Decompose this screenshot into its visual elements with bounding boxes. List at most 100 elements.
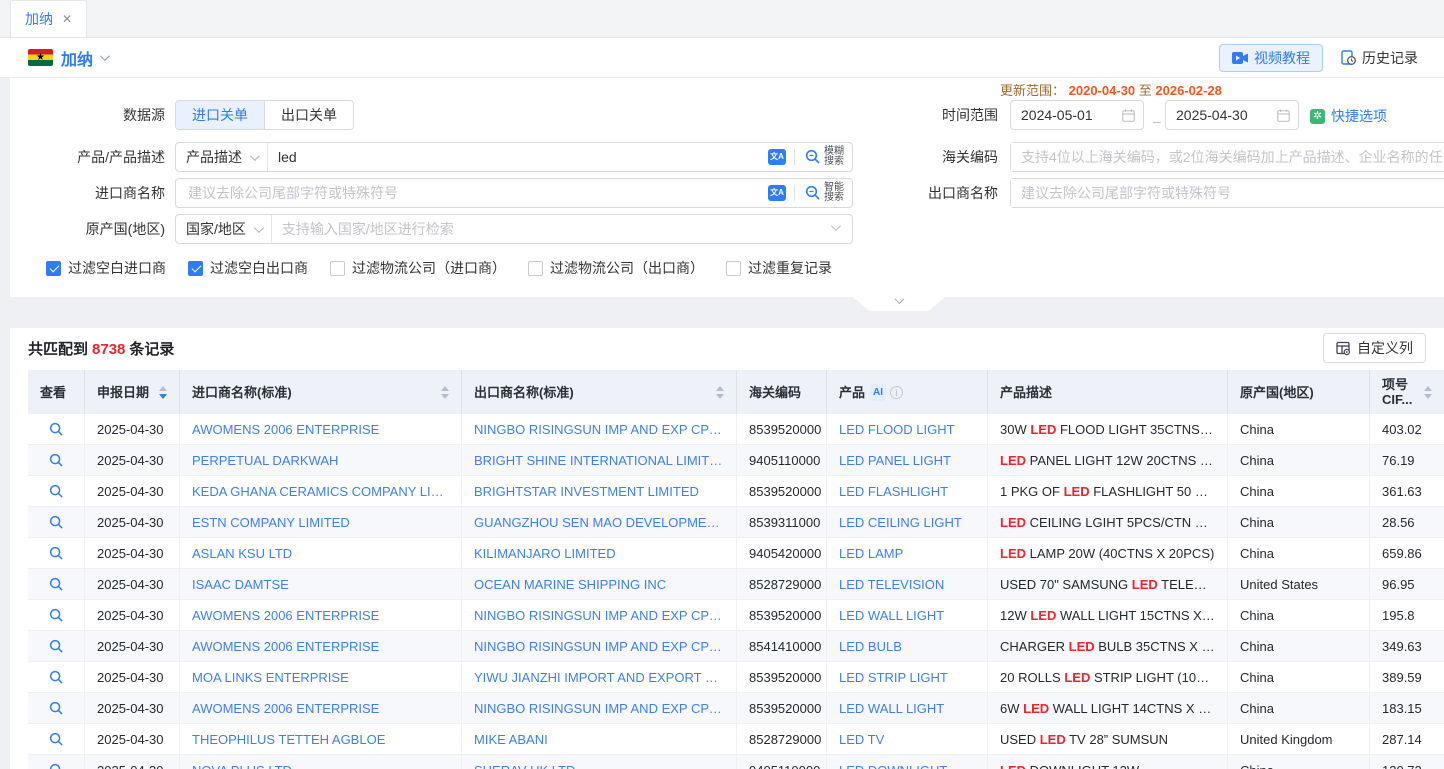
sort-icon[interactable]	[716, 386, 724, 399]
view-record-button[interactable]	[28, 724, 85, 754]
customize-columns-button[interactable]: 自定义列	[1323, 333, 1426, 363]
product-link[interactable]: LED PANEL LIGHT	[827, 445, 988, 475]
product-type-select[interactable]: 产品描述	[176, 143, 268, 171]
importer-link[interactable]: AWOMENS 2006 ENTERPRISE	[180, 600, 462, 630]
importer-link[interactable]: AWOMENS 2006 ENTERPRISE	[180, 414, 462, 444]
product-link[interactable]: LED LAMP	[827, 538, 988, 568]
view-record-button[interactable]	[28, 445, 85, 475]
exporter-link[interactable]: BRIGHT SHINE INTERNATIONAL LIMITED	[462, 445, 737, 475]
filter-checkbox-4[interactable]: 过滤重复记录	[726, 258, 832, 278]
importer-link[interactable]: AWOMENS 2006 ENTERPRISE	[180, 693, 462, 723]
product-description-cell: LED LAMP 20W (40CTNS X 20PCS)	[988, 538, 1228, 568]
hs-code-cell: 9405420000	[737, 538, 827, 568]
smart-search-button[interactable]: 智能 搜索	[803, 183, 852, 203]
view-record-button[interactable]	[28, 569, 85, 599]
tab-ghana[interactable]: 加纳 ✕	[10, 0, 87, 37]
view-record-button[interactable]	[28, 755, 85, 769]
product-link[interactable]: LED TV	[827, 724, 988, 754]
translate-icon[interactable]: 文A	[768, 185, 786, 201]
column-header-2[interactable]: 进口商名称(标准)	[180, 370, 462, 414]
tab-export-declarations[interactable]: 出口关单	[264, 101, 353, 129]
date-end-value: 2025-04-30	[1176, 107, 1277, 123]
product-link[interactable]: LED CEILING LIGHT	[827, 507, 988, 537]
chevron-down-icon[interactable]	[100, 51, 110, 61]
sort-icon[interactable]	[159, 386, 167, 399]
importer-link[interactable]: MOA LINKS ENTERPRISE	[180, 662, 462, 692]
history-button[interactable]: 历史记录	[1331, 44, 1428, 72]
checkbox-unchecked-icon[interactable]	[726, 261, 741, 276]
sort-icon[interactable]	[1424, 386, 1432, 399]
filter-checkbox-2[interactable]: 过滤物流公司（进口商）	[330, 258, 506, 278]
exporter-link[interactable]: NINGBO RISINGSUN IMP AND EXP CP LTD	[462, 414, 737, 444]
tab-import-declarations[interactable]: 进口关单	[176, 101, 264, 129]
view-record-button[interactable]	[28, 693, 85, 723]
view-record-button[interactable]	[28, 414, 85, 444]
importer-link[interactable]: ISAAC DAMTSE	[180, 569, 462, 599]
product-link[interactable]: LED WALL LIGHT	[827, 693, 988, 723]
hs-code-input[interactable]	[1011, 143, 1444, 171]
collapse-filters-button[interactable]	[853, 297, 945, 311]
exporter-link[interactable]: NINGBO RISINGSUN IMP AND EXP CP LTD	[462, 600, 737, 630]
view-record-button[interactable]	[28, 631, 85, 661]
checkbox-unchecked-icon[interactable]	[330, 261, 345, 276]
view-record-button[interactable]	[28, 662, 85, 692]
origin-type-select[interactable]: 国家/地区	[176, 215, 272, 243]
exporter-link[interactable]: GUANGZHOU SEN MAO DEVELOPMENT C...	[462, 507, 737, 537]
info-icon[interactable]: i	[890, 386, 903, 399]
chevron-down-icon[interactable]	[831, 221, 841, 231]
importer-input[interactable]	[176, 179, 768, 207]
importer-link[interactable]: ASLAN KSU LTD	[180, 538, 462, 568]
product-link[interactable]: LED WALL LIGHT	[827, 600, 988, 630]
exporter-link[interactable]: MIKE ABANI	[462, 724, 737, 754]
product-search-input[interactable]	[268, 143, 768, 171]
product-link[interactable]: LED FLOOD LIGHT	[827, 414, 988, 444]
checkbox-unchecked-icon[interactable]	[528, 261, 543, 276]
importer-link[interactable]: PERPETUAL DARKWAH	[180, 445, 462, 475]
view-record-button[interactable]	[28, 476, 85, 506]
exporter-input[interactable]	[1011, 179, 1444, 207]
exporter-link[interactable]: OCEAN MARINE SHIPPING INC	[462, 569, 737, 599]
column-header-3[interactable]: 出口商名称(标准)	[462, 370, 737, 414]
product-link[interactable]: LED DOWNLIGHT	[827, 755, 988, 769]
product-link[interactable]: LED FLASHLIGHT	[827, 476, 988, 506]
exporter-link[interactable]: NINGBO RISINGSUN IMP AND EXP CP LTD	[462, 693, 737, 723]
country-name[interactable]: 加纳	[61, 46, 93, 70]
exporter-link[interactable]: SHERAV HK LTD	[462, 755, 737, 769]
exporter-link[interactable]: KILIMANJARO LIMITED	[462, 538, 737, 568]
exporter-link[interactable]: BRIGHTSTAR INVESTMENT LIMITED	[462, 476, 737, 506]
column-header-8[interactable]: 项号 CIF...	[1370, 370, 1444, 414]
checkbox-checked-icon[interactable]	[188, 261, 203, 276]
table-header-row: 查看申报日期进口商名称(标准)出口商名称(标准)海关编码产品AIi产品描述原产国…	[28, 370, 1444, 414]
translate-icon[interactable]: 文A	[768, 149, 786, 165]
view-record-button[interactable]	[28, 538, 85, 568]
date-start-input[interactable]: 2024-05-01	[1010, 100, 1144, 130]
date-end-input[interactable]: 2025-04-30	[1165, 100, 1299, 130]
filter-checkbox-1[interactable]: 过滤空白出口商	[188, 258, 308, 278]
origin-input[interactable]	[272, 215, 831, 243]
product-link[interactable]: LED TELEVISION	[827, 569, 988, 599]
fuzzy-search-button[interactable]: 模糊 搜索	[803, 147, 852, 167]
view-record-button[interactable]	[28, 600, 85, 630]
product-link[interactable]: LED BULB	[827, 631, 988, 661]
importer-link[interactable]: KEDA GHANA CERAMICS COMPANY LIMITED	[180, 476, 462, 506]
sort-icon[interactable]	[441, 386, 449, 399]
view-record-button[interactable]	[28, 507, 85, 537]
column-header-label: 出口商名称(标准)	[474, 385, 574, 400]
exporter-link[interactable]: NINGBO RISINGSUN IMP AND EXP CP LTD	[462, 631, 737, 661]
column-header-1[interactable]: 申报日期	[85, 370, 180, 414]
filter-checkbox-0[interactable]: 过滤空白进口商	[46, 258, 166, 278]
datasource-label: 数据源	[20, 101, 165, 129]
importer-link[interactable]: NOVA PLUS LTD	[180, 755, 462, 769]
close-icon[interactable]: ✕	[62, 12, 72, 26]
importer-link[interactable]: AWOMENS 2006 ENTERPRISE	[180, 631, 462, 661]
exporter-link[interactable]: YIWU JIANZHI IMPORT AND EXPORT CO LTD	[462, 662, 737, 692]
declaration-date-cell: 2025-04-30	[85, 631, 180, 661]
quick-options-button[interactable]: ✲ 快捷选项	[1310, 106, 1387, 126]
filter-checkbox-3[interactable]: 过滤物流公司（出口商）	[528, 258, 704, 278]
product-description-cell: LED DOWNLIGHT 12W	[988, 755, 1228, 769]
product-link[interactable]: LED STRIP LIGHT	[827, 662, 988, 692]
video-tutorial-button[interactable]: 视频教程	[1219, 44, 1323, 72]
importer-link[interactable]: ESTN COMPANY LIMITED	[180, 507, 462, 537]
importer-link[interactable]: THEOPHILUS TETTEH AGBLOE	[180, 724, 462, 754]
checkbox-checked-icon[interactable]	[46, 261, 61, 276]
